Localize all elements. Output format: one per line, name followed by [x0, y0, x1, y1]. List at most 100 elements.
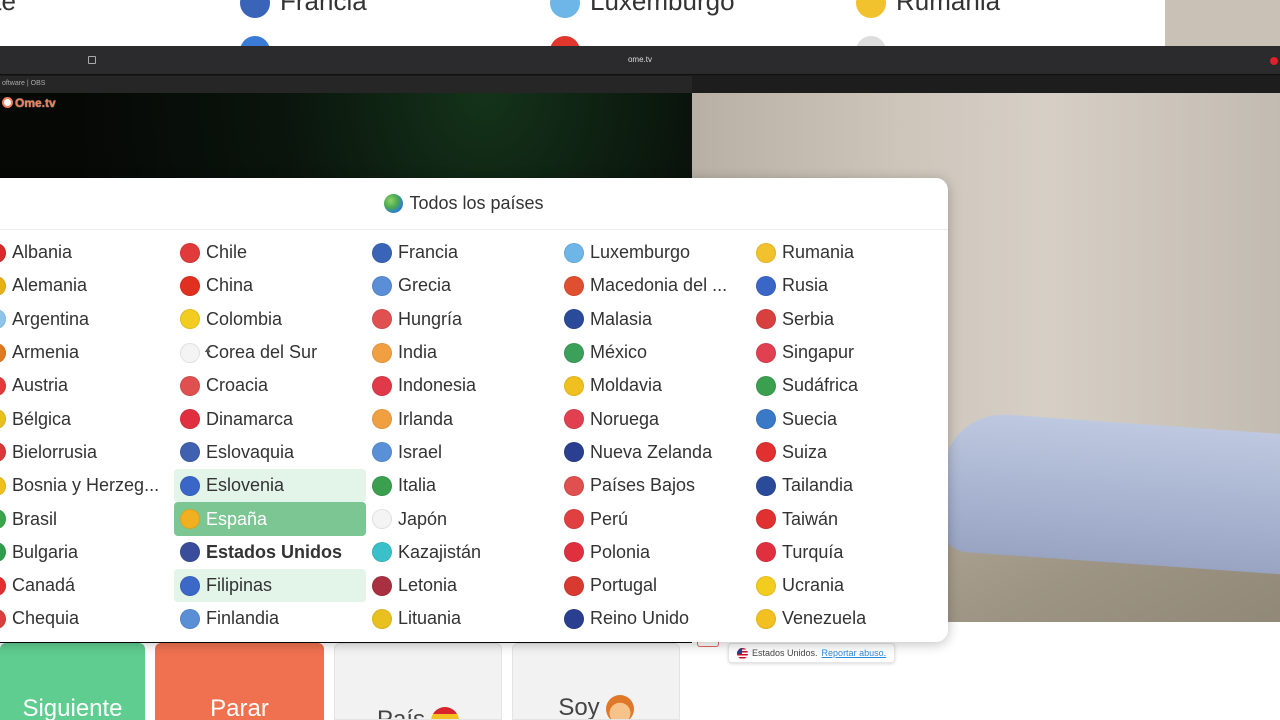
flag-icon [0, 442, 6, 463]
country-option[interactable]: Armenia [0, 336, 172, 369]
country-option[interactable]: Grecia [366, 269, 558, 302]
country-label: Rusia [782, 275, 829, 296]
country-label: Canadá [12, 575, 76, 596]
background-country-list: nite Francia Luxemburgo Rumania [0, 0, 1165, 46]
country-option[interactable]: Alemania [0, 269, 172, 302]
country-option[interactable]: Noruega [558, 402, 750, 435]
country-label: México [590, 342, 648, 363]
flag-icon [756, 242, 776, 263]
flag-icon [564, 309, 584, 330]
flag-icon [180, 509, 200, 530]
country-option[interactable]: Portugal [558, 569, 750, 602]
country-option[interactable]: Eslovaquia [174, 436, 366, 469]
country-label: Eslovenia [206, 475, 285, 496]
next-button[interactable]: Siguiente [0, 643, 145, 720]
report-abuse-link[interactable]: Reportar abuso. [822, 648, 887, 658]
flag-icon [372, 475, 392, 496]
country-button[interactable]: País [334, 643, 502, 720]
country-option[interactable]: Canadá [0, 569, 172, 602]
country-label: Dinamarca [206, 408, 294, 429]
country-option[interactable]: Hungría [366, 303, 558, 336]
country-option[interactable]: Sudáfrica [750, 369, 942, 402]
country-option[interactable]: México [558, 336, 750, 369]
country-option[interactable]: Singapur [750, 336, 942, 369]
country-option[interactable]: Albania [0, 236, 172, 269]
flag-icon [756, 342, 776, 363]
boy-emoji-icon [605, 694, 634, 719]
country-option[interactable]: Chile [174, 236, 366, 269]
country-option[interactable]: España [174, 502, 366, 536]
country-option[interactable]: Reino Unido [558, 602, 750, 635]
country-option[interactable]: Moldavia [558, 369, 750, 402]
flag-icon [180, 608, 200, 629]
gender-button[interactable]: Soy [512, 643, 680, 720]
flag-icon [564, 275, 584, 296]
flag-icon [0, 375, 6, 396]
country-option[interactable]: Tailandia [750, 469, 942, 502]
country-option[interactable]: Austria [0, 369, 172, 402]
country-option[interactable]: Países Bajos [558, 469, 750, 502]
country-option[interactable]: Argentina [0, 303, 172, 336]
country-option[interactable]: Letonia [366, 569, 558, 602]
country-label: Israel [398, 441, 443, 462]
country-option[interactable]: Irlanda [366, 402, 558, 435]
country-option[interactable]: Macedonia del ... [558, 269, 750, 302]
flag-icon [180, 309, 200, 330]
country-option[interactable]: Taiwán [750, 502, 942, 535]
stop-button[interactable]: Parar [155, 643, 324, 720]
flag-icon [372, 309, 392, 330]
country-label: Colombia [206, 308, 283, 329]
country-option[interactable]: Suecia [750, 402, 942, 435]
country-option[interactable]: Bosnia y Herzeg... [0, 469, 172, 502]
country-option[interactable]: China [174, 269, 366, 302]
flag-icon [564, 375, 584, 396]
country-option[interactable]: Bélgica [0, 402, 172, 435]
flag-icon [372, 608, 392, 629]
flag-icon [756, 542, 776, 563]
country-option[interactable]: Brasil [0, 502, 172, 535]
country-option[interactable]: Corea del Sur [174, 336, 366, 369]
country-label: Italia [398, 475, 437, 496]
country-option[interactable]: Luxemburgo [558, 236, 750, 269]
country-option[interactable]: Lituania [366, 602, 558, 635]
flag-icon [564, 542, 584, 563]
country-option[interactable]: Suiza [750, 436, 942, 469]
country-label: Lituania [398, 608, 462, 629]
country-option[interactable]: Dinamarca [174, 402, 366, 435]
country-option[interactable]: Israel [366, 436, 558, 469]
flag-icon [564, 242, 584, 263]
country-option[interactable]: Francia [366, 236, 558, 269]
obs-bar: oftware | OBS [0, 76, 692, 93]
country-option[interactable]: Bielorrusia [0, 436, 172, 469]
country-option[interactable]: Croacia [174, 369, 366, 402]
country-option[interactable]: Filipinas [174, 568, 366, 603]
country-option[interactable]: Ucrania [750, 569, 942, 602]
country-option[interactable]: Colombia [174, 303, 366, 336]
country-option[interactable]: Malasia [558, 303, 750, 336]
country-option[interactable]: Italia [366, 469, 558, 502]
background-list-item: Rumania [856, 0, 1000, 19]
country-option[interactable]: India [366, 336, 558, 369]
country-option[interactable]: Nueva Zelanda [558, 436, 750, 469]
country-option[interactable]: Polonia [558, 536, 750, 569]
country-option[interactable]: Kazajistán [366, 536, 558, 569]
country-option[interactable]: Estados Unidos [174, 536, 366, 569]
country-option[interactable]: Serbia [750, 303, 942, 336]
country-option[interactable]: Finlandia [174, 602, 366, 635]
country-label: Bosnia y Herzeg... [12, 475, 160, 496]
flag-icon [372, 575, 392, 596]
logo-icon [2, 97, 13, 108]
country-option[interactable]: Rusia [750, 269, 942, 302]
country-option[interactable]: Rumania [750, 236, 942, 269]
report-country: Estados Unidos. [752, 648, 818, 658]
country-option[interactable]: Perú [558, 502, 750, 535]
country-option[interactable]: Eslovenia [174, 469, 366, 503]
country-option[interactable]: Turquía [750, 536, 942, 569]
flag-icon [180, 409, 200, 430]
country-label: Ucrania [782, 575, 845, 596]
country-option[interactable]: Japón [366, 502, 558, 535]
country-option[interactable]: Venezuela [750, 602, 942, 635]
country-option[interactable]: Chequia [0, 602, 172, 635]
country-option[interactable]: Indonesia [366, 369, 558, 402]
country-option[interactable]: Bulgaria [0, 536, 172, 569]
